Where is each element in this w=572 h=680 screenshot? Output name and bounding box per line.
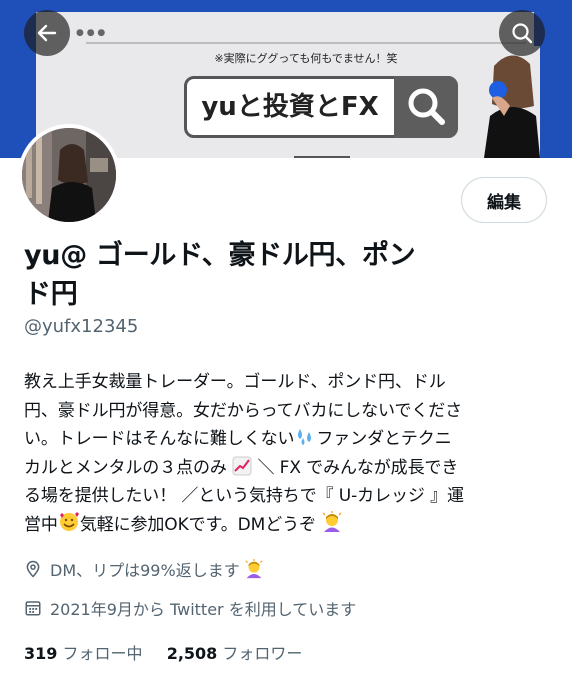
display-name-line-1: yu@ ゴールド、豪ドル円、ポン <box>24 240 416 271</box>
search-icon <box>512 23 533 44</box>
edit-profile-button[interactable]: 編集 <box>461 177 547 223</box>
banner-person-photo <box>484 46 540 158</box>
avatar[interactable] <box>18 124 120 226</box>
joined-row: 2021年9月から Twitter を利用しています <box>24 596 356 620</box>
banner-divider <box>86 42 526 44</box>
followers-count: 2,508 <box>166 644 218 663</box>
bio-text: カルとメンタルの３点のみ <box>24 457 227 478</box>
bio-line: 教え上手女裁量トレーダー。ゴールド、ポンド円、ドル <box>24 372 446 392</box>
bio-text: ＼ FX でみんなが成長でき <box>257 457 459 478</box>
banner-window-dots: ● ● ● <box>76 28 106 38</box>
calendar-icon <box>25 601 41 616</box>
smiling-face-with-hearts-icon <box>59 511 79 531</box>
bio: 教え上手女裁量トレーダー。ゴールド、ポンド円、ドル 円、豪ドル円が得意。女だから… <box>24 368 558 540</box>
chart-increasing-icon <box>232 456 252 476</box>
username: @yufx12345 <box>24 316 139 337</box>
display-name-line-2: ド円 <box>24 279 78 310</box>
followers-link[interactable]: 2,508 フォロワー <box>167 644 303 663</box>
back-button[interactable] <box>24 10 70 56</box>
bio-line: い。トレードはそんなに難しくない ファンダとテクニ <box>24 425 558 454</box>
arrow-left-icon <box>37 24 57 42</box>
person-bowing-icon <box>322 510 342 532</box>
display-name: yu@ ゴールド、豪ドル円、ポン ド円 <box>24 236 548 314</box>
person-bowing-icon <box>245 559 263 579</box>
following-link[interactable]: 319 フォロー中 <box>24 644 143 663</box>
avatar-photo <box>22 128 116 222</box>
bio-text: い。トレードはそんなに難しくない <box>24 429 295 450</box>
bio-text: 営中 <box>24 514 58 535</box>
banner-search-box: yuと投資とFX <box>184 76 458 138</box>
bio-text: ファンダとテクニ <box>316 429 452 450</box>
banner-magnifier-icon <box>394 76 458 138</box>
location-text: DM、リプは99%返します <box>50 561 240 580</box>
joined-text: 2021年9月から Twitter を利用しています <box>50 600 357 619</box>
banner-search-query: yuと投資とFX <box>201 92 379 122</box>
sweat-droplets-icon <box>298 429 312 446</box>
bio-line: る場を提供したい！ ／という気持ちで『 U-カレッジ 』運 <box>24 486 464 507</box>
location-pin-icon <box>26 560 40 578</box>
bio-line: カルとメンタルの３点のみ ＼ FX でみんなが成長でき <box>24 454 558 483</box>
bio-text: 気軽に参加OKです。DMどうぞ <box>79 514 316 535</box>
following-label: フォロー中 <box>62 644 143 663</box>
follow-stats: 319 フォロー中 2,508 フォロワー <box>24 640 302 664</box>
search-button[interactable] <box>499 10 545 56</box>
banner-underline <box>294 156 350 158</box>
banner-image: ● ● ● ※実際にググっても何もでません！笑 yuと投資とFX <box>36 12 534 158</box>
following-count: 319 <box>24 644 58 663</box>
bio-line: 円、豪ドル円が得意。女だからってバカにしないでくださ <box>24 400 463 421</box>
location-row: DM、リプは99%返します <box>24 557 264 581</box>
followers-label: フォロワー <box>222 644 303 663</box>
bio-line: 営中 気軽に参加OKです。DMどうぞ <box>24 510 558 540</box>
